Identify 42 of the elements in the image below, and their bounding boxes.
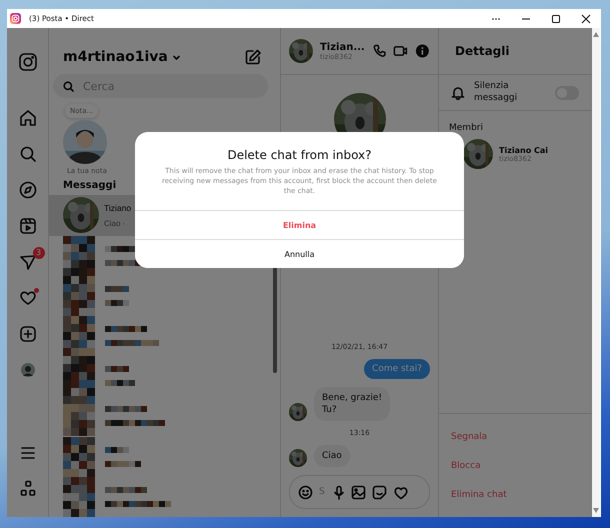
sticker-icon[interactable] <box>372 484 387 500</box>
video-call-icon[interactable] <box>393 43 408 59</box>
scroll-up-icon[interactable] <box>592 32 598 37</box>
section-heading: Membri <box>448 122 484 135</box>
message-preview: Ciao · <box>104 218 126 228</box>
maximize-icon[interactable] <box>551 14 561 24</box>
cancel-button[interactable]: Annulla <box>135 239 464 268</box>
sent-message: Come stai? <box>364 358 430 379</box>
image-icon[interactable] <box>351 484 366 500</box>
heart-icon[interactable] <box>393 484 409 500</box>
avatar-icon[interactable] <box>20 363 34 377</box>
account-switcher[interactable]: m4rtinao1iva <box>63 49 181 66</box>
emoji-icon[interactable] <box>298 484 313 500</box>
phone-icon[interactable] <box>372 43 386 59</box>
action-link[interactable]: Elimina chat <box>439 482 591 511</box>
search-icon[interactable] <box>18 144 38 164</box>
home-icon[interactable] <box>18 108 38 128</box>
info-icon[interactable] <box>415 43 430 59</box>
section-heading: Messaggi <box>63 180 116 192</box>
received-message: Bene, grazie! Tu? <box>314 386 390 421</box>
search-icon <box>63 81 74 92</box>
instagram-icon[interactable] <box>18 52 38 72</box>
contact-name: Tiziano <box>104 202 132 213</box>
compass-icon[interactable] <box>18 180 38 200</box>
apps-icon[interactable] <box>18 479 38 499</box>
chevron-down-icon <box>172 52 181 62</box>
microphone-icon[interactable] <box>333 484 345 500</box>
mute-label: Silenzia messaggi <box>474 80 518 104</box>
video-icon[interactable] <box>18 216 38 236</box>
action-link[interactable]: Blocca <box>439 453 591 482</box>
compose-icon[interactable] <box>244 48 262 66</box>
contact-name: Tizian... <box>320 42 365 52</box>
dialog-title: Delete chat from inbox? <box>227 148 372 162</box>
notification-badge: 3 <box>32 247 44 259</box>
bell-icon <box>451 85 465 100</box>
app-icon <box>10 13 21 24</box>
member-name: Tiziano Cai <box>499 146 548 154</box>
scroll-down-icon[interactable] <box>592 508 598 513</box>
received-message: Ciao <box>314 444 350 467</box>
action-link[interactable]: Segnala <box>439 424 591 453</box>
create-icon[interactable] <box>18 324 38 344</box>
close-icon[interactable] <box>581 14 591 24</box>
